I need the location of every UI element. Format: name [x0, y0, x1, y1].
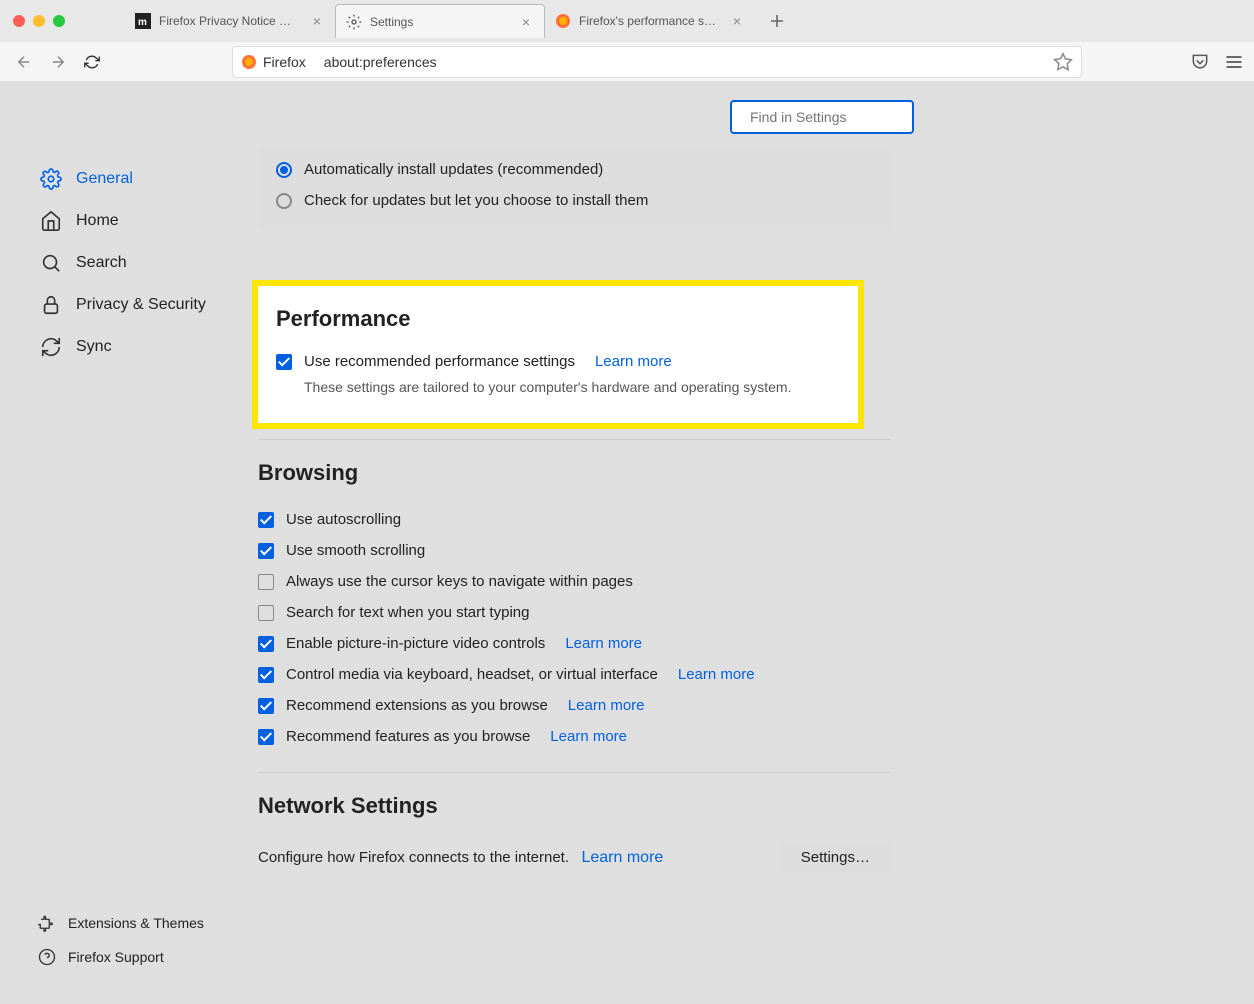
back-button[interactable]	[10, 48, 38, 76]
lock-icon	[40, 294, 62, 316]
smoothscroll-checkbox[interactable]	[258, 543, 274, 559]
search-icon	[40, 252, 62, 274]
network-settings-button[interactable]: Settings…	[781, 841, 890, 874]
settings-search[interactable]	[730, 100, 914, 134]
tab-title: Settings	[370, 15, 510, 29]
autoscroll-checkbox[interactable]	[258, 512, 274, 528]
performance-heading: Performance	[276, 306, 840, 332]
smoothscroll-label: Use smooth scrolling	[286, 542, 425, 559]
sidebar-item-label: Sync	[76, 338, 112, 356]
recfeat-checkbox[interactable]	[258, 729, 274, 745]
window-maximize-button[interactable]	[53, 15, 65, 27]
auto-update-label: Automatically install updates (recommend…	[304, 161, 603, 178]
searchtype-checkbox[interactable]	[258, 605, 274, 621]
recext-learn-more-link[interactable]: Learn more	[568, 697, 645, 714]
mediakeys-label: Control media via keyboard, headset, or …	[286, 666, 658, 683]
pip-checkbox[interactable]	[258, 636, 274, 652]
sidebar-item-label: Search	[76, 254, 127, 272]
sidebar-item-label: Firefox Support	[68, 949, 164, 965]
window-minimize-button[interactable]	[33, 15, 45, 27]
sidebar-item-general[interactable]: General	[32, 158, 230, 200]
bookmark-star-icon[interactable]	[1053, 52, 1073, 72]
tab-title: Firefox's performance settings	[579, 14, 721, 28]
reload-button[interactable]	[78, 48, 106, 76]
browsing-heading: Browsing	[258, 460, 890, 486]
sidebar-item-label: Home	[76, 212, 119, 230]
close-tab-icon[interactable]: ×	[729, 13, 745, 29]
mozilla-favicon: m	[135, 13, 151, 29]
recfeat-label: Recommend features as you browse	[286, 728, 530, 745]
cursorkeys-checkbox[interactable]	[258, 574, 274, 590]
recext-checkbox[interactable]	[258, 698, 274, 714]
pip-learn-more-link[interactable]: Learn more	[565, 635, 642, 652]
sidebar-item-privacy[interactable]: Privacy & Security	[32, 284, 230, 326]
recommended-perf-checkbox[interactable]	[276, 354, 292, 370]
searchtype-label: Search for text when you start typing	[286, 604, 529, 621]
sidebar-item-label: General	[76, 170, 133, 188]
tab-settings[interactable]: Settings ×	[335, 4, 545, 38]
firefox-favicon	[555, 13, 571, 29]
auto-update-radio[interactable]	[276, 162, 292, 178]
site-identity[interactable]: Firefox	[241, 54, 316, 70]
performance-section: Performance Use recommended performance …	[252, 280, 864, 429]
tab-performance-help[interactable]: Firefox's performance settings ×	[545, 4, 755, 38]
recext-label: Recommend extensions as you browse	[286, 697, 548, 714]
sidebar-item-home[interactable]: Home	[32, 200, 230, 242]
menu-icon[interactable]	[1224, 52, 1244, 72]
firefox-icon	[241, 54, 257, 70]
autoscroll-label: Use autoscrolling	[286, 511, 401, 528]
titlebar: m Firefox Privacy Notice — Mozilla × Set…	[0, 0, 1254, 42]
tab-title: Firefox Privacy Notice — Mozilla	[159, 14, 301, 28]
settings-search-input[interactable]	[750, 109, 931, 125]
tab-privacy-notice[interactable]: m Firefox Privacy Notice — Mozilla ×	[125, 4, 335, 38]
perf-description: These settings are tailored to your comp…	[276, 379, 840, 395]
question-icon	[38, 948, 56, 966]
pocket-icon[interactable]	[1190, 52, 1210, 72]
perf-learn-more-link[interactable]: Learn more	[595, 353, 672, 370]
sync-icon	[40, 336, 62, 358]
gear-icon	[346, 14, 362, 30]
sidebar-item-search[interactable]: Search	[32, 242, 230, 284]
urlbar-brand: Firefox	[263, 54, 306, 70]
network-heading: Network Settings	[258, 793, 890, 819]
sidebar-item-extensions[interactable]: Extensions & Themes	[32, 906, 210, 940]
new-tab-button[interactable]	[763, 7, 791, 35]
check-update-radio[interactable]	[276, 193, 292, 209]
window-controls	[8, 15, 65, 27]
url-text: about:preferences	[324, 54, 1053, 70]
settings-page: General Home Search Privacy & Security S…	[0, 82, 1254, 1004]
tab-strip: m Firefox Privacy Notice — Mozilla × Set…	[125, 0, 791, 42]
main-panel: Automatically install updates (recommend…	[230, 82, 1254, 1004]
recfeat-learn-more-link[interactable]: Learn more	[550, 728, 627, 745]
gear-icon	[40, 168, 62, 190]
sidebar-item-label: Extensions & Themes	[68, 915, 204, 931]
network-section: Network Settings Configure how Firefox c…	[258, 777, 890, 890]
browsing-section: Browsing Use autoscrolling Use smooth sc…	[258, 444, 890, 768]
puzzle-icon	[38, 914, 56, 932]
url-bar[interactable]: Firefox about:preferences	[232, 46, 1082, 78]
check-update-label: Check for updates but let you choose to …	[304, 192, 648, 209]
toolbar: Firefox about:preferences	[0, 42, 1254, 82]
home-icon	[40, 210, 62, 232]
svg-text:m: m	[138, 17, 147, 28]
mediakeys-learn-more-link[interactable]: Learn more	[678, 666, 755, 683]
network-description: Configure how Firefox connects to the in…	[258, 849, 569, 866]
sidebar-item-support[interactable]: Firefox Support	[32, 940, 210, 974]
pip-label: Enable picture-in-picture video controls	[286, 635, 545, 652]
network-learn-more-link[interactable]: Learn more	[581, 849, 663, 866]
updates-section: Automatically install updates (recommend…	[258, 148, 890, 230]
cursorkeys-label: Always use the cursor keys to navigate w…	[286, 573, 633, 590]
forward-button[interactable]	[44, 48, 72, 76]
recommended-perf-label: Use recommended performance settings	[304, 353, 575, 370]
sidebar: General Home Search Privacy & Security S…	[0, 82, 230, 1004]
window-close-button[interactable]	[13, 15, 25, 27]
close-tab-icon[interactable]: ×	[309, 13, 325, 29]
sidebar-item-label: Privacy & Security	[76, 296, 206, 314]
mediakeys-checkbox[interactable]	[258, 667, 274, 683]
sidebar-item-sync[interactable]: Sync	[32, 326, 230, 368]
close-tab-icon[interactable]: ×	[518, 14, 534, 30]
